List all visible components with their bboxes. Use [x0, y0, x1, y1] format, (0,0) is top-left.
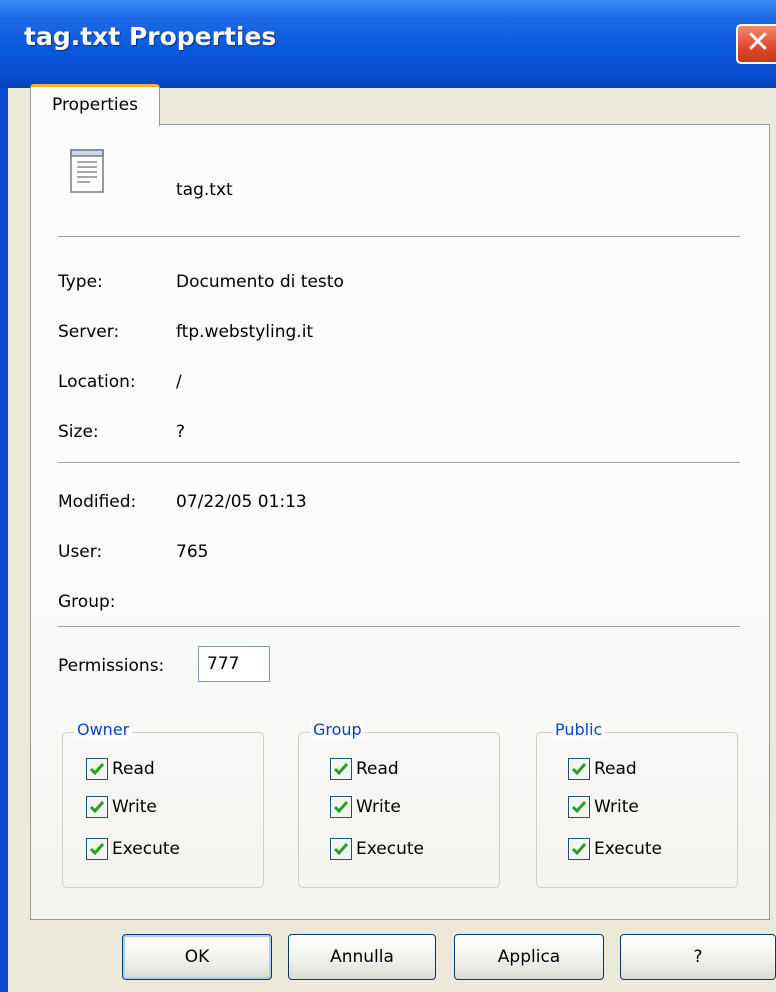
type-label: Type:	[58, 272, 103, 292]
group-label: Group:	[58, 592, 116, 612]
checkbox-checked-icon	[568, 838, 590, 860]
size-label: Size:	[58, 422, 99, 442]
apply-button[interactable]: Applica	[454, 934, 604, 980]
group-group-title: Group	[310, 720, 365, 739]
public-group-title: Public	[552, 720, 606, 739]
window-title: tag.txt Properties	[24, 22, 277, 51]
separator	[58, 236, 740, 238]
tab-properties[interactable]: Properties	[30, 84, 160, 126]
type-value: Documento di testo	[176, 272, 344, 292]
checkbox-label: Write	[356, 797, 401, 817]
checkbox-label: Execute	[112, 839, 180, 859]
checkbox-checked-icon	[568, 796, 590, 818]
close-icon: ✕	[745, 25, 771, 60]
location-label: Location:	[58, 372, 136, 392]
checkbox-label: Read	[356, 759, 399, 779]
permissions-label: Permissions:	[58, 656, 165, 676]
cancel-button[interactable]: Annulla	[288, 934, 436, 980]
server-label: Server:	[58, 322, 120, 342]
location-value: /	[176, 372, 182, 392]
text-document-icon	[70, 149, 104, 193]
checkbox-checked-icon	[330, 796, 352, 818]
file-name: tag.txt	[176, 180, 233, 200]
user-value: 765	[176, 542, 209, 562]
checkbox-label: Execute	[594, 839, 662, 859]
checkbox-label: Read	[112, 759, 155, 779]
modified-label: Modified:	[58, 492, 137, 512]
checkbox-checked-icon	[86, 758, 108, 780]
separator	[58, 626, 740, 628]
window-frame	[0, 88, 8, 992]
checkbox-checked-icon	[86, 838, 108, 860]
checkbox-checked-icon	[568, 758, 590, 780]
help-button[interactable]: ?	[620, 934, 776, 980]
separator	[58, 462, 740, 464]
checkbox-checked-icon	[330, 838, 352, 860]
user-label: User:	[58, 542, 103, 562]
size-value: ?	[176, 422, 186, 442]
checkbox-label: Write	[594, 797, 639, 817]
permissions-field[interactable]: 777	[198, 646, 270, 682]
title-bar[interactable]: tag.txt Properties ✕	[0, 0, 776, 88]
checkbox-checked-icon	[86, 796, 108, 818]
checkbox-checked-icon	[330, 758, 352, 780]
ok-button[interactable]: OK	[122, 934, 272, 980]
modified-value: 07/22/05 01:13	[176, 492, 307, 512]
close-button[interactable]: ✕	[736, 24, 776, 64]
owner-group-title: Owner	[74, 720, 133, 739]
checkbox-label: Write	[112, 797, 157, 817]
checkbox-label: Read	[594, 759, 637, 779]
server-value: ftp.webstyling.it	[176, 322, 314, 342]
properties-dialog: tag.txt Properties ✕ Properties tag.txt …	[0, 0, 776, 992]
checkbox-label: Execute	[356, 839, 424, 859]
